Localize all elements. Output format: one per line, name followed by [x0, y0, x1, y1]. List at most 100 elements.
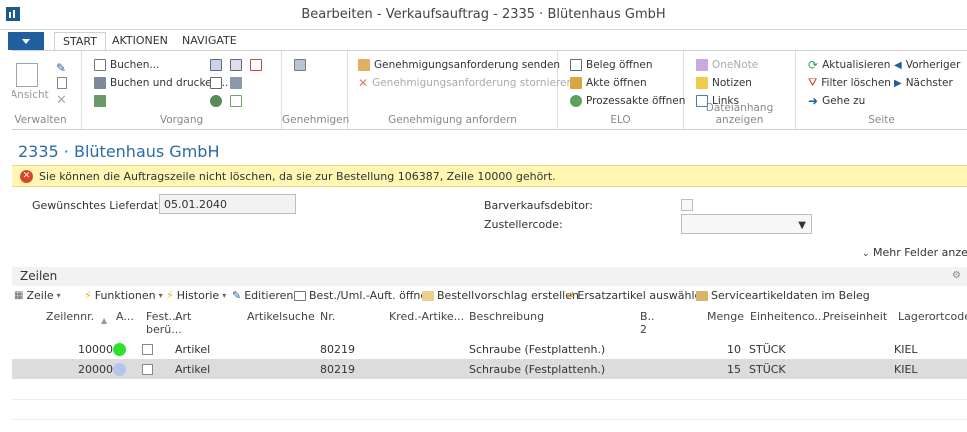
col-menge[interactable]: Menge [707, 310, 744, 323]
col-art[interactable]: Art [175, 310, 191, 323]
table-row[interactable]: 20000 Artikel 80219 Schraube (Festplatte… [12, 359, 967, 379]
view-icon[interactable] [16, 63, 38, 87]
cell-zeilennr: 20000 [78, 363, 113, 376]
clear-filter-icon: ⛛ [808, 76, 818, 89]
col-b-2: 2 [640, 323, 647, 336]
cell-einheit: STÜCK [749, 343, 786, 356]
col-artikelsuche[interactable]: Artikelsuche [247, 310, 315, 323]
status-indicator-blue [113, 363, 126, 376]
copy-button[interactable] [230, 57, 242, 73]
ansicht-button[interactable]: Ansicht [10, 89, 49, 101]
serviceartikel-button[interactable]: Serviceartikeldaten im Beleg [696, 289, 870, 302]
chart-icon [250, 59, 262, 71]
editieren-button[interactable]: ✎ Editieren [232, 289, 293, 302]
tab-start[interactable]: START [54, 32, 106, 51]
lightning-icon: ⚡ [166, 289, 174, 302]
col-einheitencode[interactable]: Einheitenco... [750, 310, 825, 323]
zeile-menu[interactable]: ▦ Zeile ▾ [14, 289, 61, 302]
ersatzartikel-button[interactable]: ⇄ Ersatzartikel auswählen [566, 289, 708, 302]
delete-icon[interactable]: ✕ [56, 93, 67, 108]
best-oeffnen-button[interactable]: Best./Uml.-Auft. öffnen [294, 289, 434, 302]
cell-nr: 80219 [320, 363, 355, 376]
genehmigung-stornieren-button[interactable]: ✕ Genehmigungsanforderung stornieren [358, 75, 573, 91]
notizen-button[interactable]: Notizen [696, 75, 752, 91]
col-preiseinheit[interactable]: Preiseinheit [823, 310, 887, 323]
release-icon [210, 95, 222, 107]
fest-checkbox[interactable] [142, 364, 153, 375]
edit-icon[interactable]: ✎ [56, 61, 66, 75]
table-row[interactable]: 10000 Artikel 80219 Schraube (Festplatte… [12, 339, 967, 359]
tab-aktionen[interactable]: AKTIONEN [112, 34, 168, 47]
card-button[interactable] [210, 57, 222, 73]
cell-einheit: STÜCK [749, 363, 786, 376]
document-button[interactable] [210, 75, 222, 91]
grid-icon: ▦ [14, 290, 24, 301]
historie-menu[interactable]: ⚡ Historie ▾ [166, 289, 226, 302]
test-report-button[interactable] [94, 93, 106, 109]
akte-oeffnen-button[interactable]: Akte öffnen [570, 75, 647, 91]
bestellvorschlag-button[interactable]: Bestellvorschlag erstellen [422, 289, 579, 302]
gehe-zu-button[interactable]: ➜ Gehe zu [808, 93, 865, 109]
row-divider [12, 419, 967, 420]
col-nr[interactable]: Nr. [320, 310, 335, 323]
group-label-genehmigung-anfordern: Genehmigung anfordern [388, 114, 517, 126]
error-icon: ✕ [20, 170, 33, 183]
buchen-button[interactable]: Buchen... [94, 57, 159, 73]
edit-pencil-icon: ✎ [232, 289, 242, 302]
archive-icon [230, 77, 242, 89]
archive-button[interactable] [230, 75, 242, 91]
prozessakte-oeffnen-button[interactable]: Prozessakte öffnen [570, 93, 685, 109]
onenote-button[interactable]: OneNote [696, 57, 758, 73]
col-b[interactable]: B.. [640, 310, 655, 323]
lines-title: Zeilen [20, 269, 58, 283]
folder-icon [570, 77, 582, 89]
zusteller-label: Zustellercode: [484, 218, 563, 231]
genehmigung-senden-button[interactable]: Genehmigungsanforderung senden [358, 57, 560, 73]
cell-zeilennr: 10000 [78, 343, 113, 356]
chevron-down-icon: ▾ [158, 291, 163, 300]
col-kred-artike[interactable]: Kred.-Artike... [389, 310, 464, 323]
aktualisieren-button[interactable]: ⟳ Aktualisieren [808, 57, 890, 73]
approval-icon [294, 59, 306, 71]
group-dateianhang: OneNote Notizen Links Dateianhang anzeig… [684, 51, 796, 129]
cell-lagerort: KIEL [894, 343, 918, 356]
approvals-button[interactable] [294, 57, 306, 73]
tab-navigate[interactable]: NAVIGATE [182, 34, 237, 47]
page-title: 2335 · Blütenhaus GmbH [18, 142, 220, 161]
application-menu-button[interactable] [8, 32, 44, 50]
col-zeilennr[interactable]: Zeilennr. [46, 310, 94, 323]
report-icon [94, 95, 106, 107]
settings-gear-icon[interactable]: ⚙ [952, 270, 961, 281]
col-a[interactable]: A... [116, 310, 134, 323]
print-icon [94, 77, 106, 89]
zusteller-select[interactable]: ▼ [681, 214, 812, 234]
cell-menge: 10 [727, 343, 741, 356]
chart-button[interactable] [250, 57, 262, 73]
cell-beschreibung: Schraube (Festplattenh.) [469, 343, 606, 356]
status-indicator-green [113, 343, 126, 356]
service-item-icon [696, 290, 708, 301]
reopen-button[interactable] [230, 93, 242, 109]
buchen-drucken-button[interactable]: Buchen und drucken... [94, 75, 228, 91]
new-icon[interactable] [57, 77, 67, 89]
funktionen-menu[interactable]: ⚡ Funktionen ▾ [84, 289, 163, 302]
col-lagerortcode[interactable]: Lagerortcode [898, 310, 967, 323]
more-fields-link[interactable]: ⌄ Mehr Felder anzeigen [862, 246, 967, 259]
left-margin [0, 50, 12, 432]
document-icon [294, 290, 306, 301]
vorheriger-button[interactable]: ◀ Vorheriger [894, 57, 960, 73]
beleg-oeffnen-button[interactable]: Beleg öffnen [570, 57, 652, 73]
ribbon: Ansicht ✎ ✕ Verwalten Buchen... Buchen u… [0, 50, 967, 130]
naechster-button[interactable]: ▶ Nächster [894, 75, 953, 91]
release-button[interactable] [210, 93, 222, 109]
barverkauf-checkbox[interactable] [681, 199, 693, 211]
col-beschreibung[interactable]: Beschreibung [469, 310, 544, 323]
fest-checkbox[interactable] [142, 344, 153, 355]
send-approval-icon [358, 59, 370, 71]
cell-beschreibung: Schraube (Festplattenh.) [469, 363, 606, 376]
filter-loeschen-button[interactable]: ⛛ Filter löschen [808, 75, 891, 91]
lieferdatum-field[interactable]: 05.01.2040 [159, 194, 296, 214]
group-seite: ⟳ Aktualisieren ⛛ Filter löschen ➜ Gehe zu … [796, 51, 967, 129]
col-fest-2: berü... [146, 323, 182, 336]
group-label-vorgang: Vorgang [159, 114, 204, 126]
